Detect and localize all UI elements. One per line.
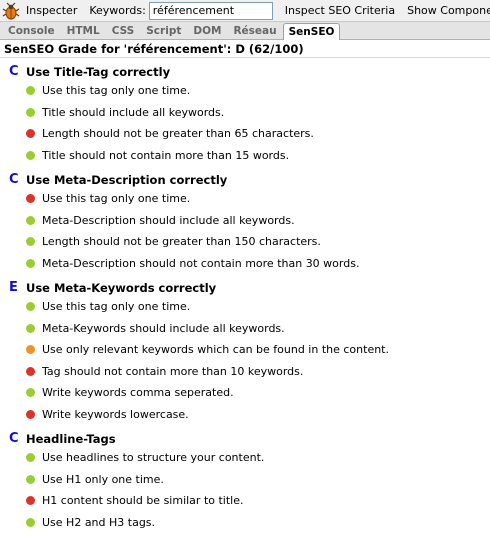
keywords-label: Keywords:: [85, 4, 148, 17]
tab-reseau[interactable]: Réseau: [227, 23, 282, 39]
criteria-item: Meta-Description should not contain more…: [0, 257, 490, 279]
criteria-item: Write keywords lowercase.: [0, 408, 490, 430]
toolbar: Inspecter Keywords: Inspect SEO Criteria…: [0, 0, 490, 22]
status-red-dot-icon: [26, 496, 35, 505]
section-grade: E: [9, 280, 26, 295]
criteria-item: Tag should not contain more than 10 keyw…: [0, 365, 490, 387]
section-header[interactable]: CHeadline-Tags: [0, 431, 490, 446]
section-grade: C: [9, 172, 26, 187]
status-green-dot-icon: [26, 475, 35, 484]
tab-script[interactable]: Script: [140, 23, 187, 39]
status-green-dot-icon: [26, 453, 35, 462]
criteria-item: Use this tag only one time.: [0, 300, 490, 322]
criteria-item: Use H2 and H3 tags.: [0, 516, 490, 537]
criteria-item: Meta-Description should include all keyw…: [0, 214, 490, 236]
status-green-dot-icon: [26, 86, 35, 95]
show-components-button[interactable]: Show Components: [401, 1, 490, 21]
criteria-item: Use headlines to structure your content.: [0, 451, 490, 473]
panel-tabs: Console HTML CSS Script DOM Réseau SenSE…: [0, 22, 490, 40]
criteria-list: CUse Title-Tag correctlyUse this tag onl…: [0, 58, 490, 537]
status-green-dot-icon: [26, 216, 35, 225]
section-title: Headline-Tags: [26, 432, 116, 446]
grade-header: SenSEO Grade for 'référencement': D (62/…: [0, 40, 490, 58]
firebug-icon[interactable]: [2, 1, 20, 21]
status-green-dot-icon: [26, 108, 35, 117]
status-green-dot-icon: [26, 259, 35, 268]
status-red-dot-icon: [26, 410, 35, 419]
section-title: Use Title-Tag correctly: [26, 65, 170, 79]
criteria-item-text: Meta-Description should not contain more…: [42, 257, 359, 270]
section-title: Use Meta-Description correctly: [26, 173, 227, 187]
status-green-dot-icon: [26, 388, 35, 397]
criteria-item-text: Title should include all keywords.: [42, 106, 224, 119]
section-header[interactable]: CUse Title-Tag correctly: [0, 64, 490, 79]
criteria-item-text: Meta-Description should include all keyw…: [42, 214, 295, 227]
criteria-item: Title should include all keywords.: [0, 106, 490, 128]
status-green-dot-icon: [26, 518, 35, 527]
tab-html[interactable]: HTML: [61, 23, 106, 39]
criteria-item-text: Tag should not contain more than 10 keyw…: [42, 365, 303, 378]
criteria-item: Use H1 only one time.: [0, 473, 490, 495]
criteria-item-text: Use this tag only one time.: [42, 300, 190, 313]
section-title: Use Meta-Keywords correctly: [26, 281, 216, 295]
criteria-item: Use this tag only one time.: [0, 192, 490, 214]
criteria-item: Use only relevant keywords which can be …: [0, 343, 490, 365]
criteria-item-text: Use only relevant keywords which can be …: [42, 343, 389, 356]
criteria-item: Title should not contain more than 15 wo…: [0, 149, 490, 171]
criteria-item: H1 content should be similar to title.: [0, 494, 490, 516]
criteria-item-text: Use H1 only one time.: [42, 473, 164, 486]
keywords-input[interactable]: [149, 2, 273, 20]
status-green-dot-icon: [26, 151, 35, 160]
criteria-item-text: Use this tag only one time.: [42, 192, 190, 205]
criteria-item-text: H1 content should be similar to title.: [42, 494, 243, 507]
criteria-item: Length should not be greater than 150 ch…: [0, 235, 490, 257]
criteria-item-text: Write keywords lowercase.: [42, 408, 189, 421]
criteria-item: Use this tag only one time.: [0, 84, 490, 106]
section-grade: C: [9, 64, 26, 79]
criteria-item-text: Length should not be greater than 65 cha…: [42, 127, 314, 140]
criteria-item: Length should not be greater than 65 cha…: [0, 127, 490, 149]
tab-dom[interactable]: DOM: [187, 23, 227, 39]
criteria-item-text: Length should not be greater than 150 ch…: [42, 235, 321, 248]
status-red-dot-icon: [26, 129, 35, 138]
criteria-section: CUse Meta-Description correctly Use this …: [0, 172, 490, 278]
criteria-item: Meta-Keywords should include all keyword…: [0, 322, 490, 344]
criteria-section: CUse Title-Tag correctly Use this tag onl…: [0, 64, 490, 170]
status-green-dot-icon: [26, 237, 35, 246]
section-header[interactable]: EUse Meta-Keywords correctly: [0, 280, 490, 295]
criteria-item-text: Write keywords comma seperated.: [42, 386, 234, 399]
tab-console[interactable]: Console: [2, 23, 61, 39]
criteria-item-text: Use this tag only one time.: [42, 84, 190, 97]
criteria-section: CHeadline-Tags Use headlines to structure…: [0, 431, 490, 537]
criteria-item-text: Use H2 and H3 tags.: [42, 516, 155, 529]
status-green-dot-icon: [26, 302, 35, 311]
section-header[interactable]: CUse Meta-Description correctly: [0, 172, 490, 187]
tab-css[interactable]: CSS: [106, 23, 141, 39]
inspect-seo-criteria-button[interactable]: Inspect SEO Criteria: [279, 1, 401, 21]
tab-senseo[interactable]: SenSEO: [283, 23, 341, 40]
status-red-dot-icon: [26, 367, 35, 376]
criteria-section: EUse Meta-Keywords correctly Use this tag…: [0, 280, 490, 429]
criteria-item-text: Meta-Keywords should include all keyword…: [42, 322, 285, 335]
criteria-item-text: Title should not contain more than 15 wo…: [42, 149, 289, 162]
criteria-item-text: Use headlines to structure your content.: [42, 451, 264, 464]
status-orange-dot-icon: [26, 345, 35, 354]
status-green-dot-icon: [26, 324, 35, 333]
criteria-item: Write keywords comma seperated.: [0, 386, 490, 408]
status-red-dot-icon: [26, 194, 35, 203]
section-grade: C: [9, 431, 26, 446]
inspect-button[interactable]: Inspecter: [20, 1, 83, 21]
